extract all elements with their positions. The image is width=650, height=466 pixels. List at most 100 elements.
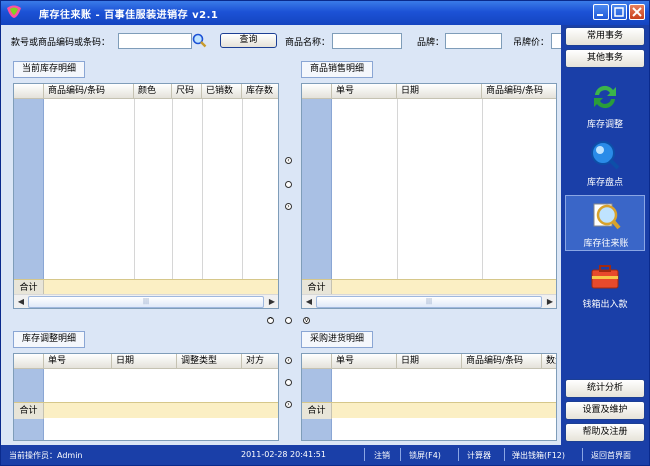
brand-input[interactable] <box>445 33 502 49</box>
name-label: 商品名称： <box>285 38 331 48</box>
settings-button[interactable]: 设置及维护 <box>565 401 645 420</box>
col-counterparty[interactable]: 对方 <box>242 354 278 369</box>
scroll-left-icon[interactable]: ◀ <box>15 296 27 308</box>
status-bar: 当前操作员：Admin 2011-02-28 20:41:51 注销 锁屏(F4… <box>1 445 649 465</box>
cash-box-icon <box>591 265 619 289</box>
search-icon[interactable] <box>192 33 207 48</box>
separator <box>400 448 401 461</box>
magnifier-globe-icon <box>591 141 620 170</box>
grid-line <box>242 99 243 279</box>
col-sold[interactable]: 已销数 <box>202 84 242 99</box>
separator <box>364 448 365 461</box>
sales-grid-header: 单号 日期 商品编码/条码 <box>302 84 556 99</box>
tool-label: 库存盘点 <box>586 178 623 188</box>
col-date[interactable]: 日期 <box>112 354 177 369</box>
scroll-thumb[interactable]: ||| <box>316 296 542 308</box>
adjust-grid-header: 单号 日期 调整类型 对方 <box>14 354 278 369</box>
collapse-right-icon[interactable]: › <box>285 203 292 210</box>
purchase-sum-row: 合计 <box>302 402 556 419</box>
sum-label: 合计 <box>302 403 332 419</box>
col-adjust-type[interactable]: 调整类型 <box>177 354 242 369</box>
splitter-dot-icon[interactable] <box>285 181 292 188</box>
col-size[interactable]: 尺码 <box>172 84 202 99</box>
stock-count-tool[interactable]: 库存盘点 <box>565 135 645 191</box>
adjust-sum-row: 合计 <box>14 402 278 419</box>
tool-label: 库存往来账 <box>583 239 629 249</box>
stock-grid-header: 商品编码/条码 颜色 尺码 已销数 库存数 <box>14 84 278 99</box>
col-code[interactable]: 商品编码/条码 <box>482 84 556 99</box>
col-order-no[interactable]: 单号 <box>44 354 112 369</box>
adjust-panel-title: 库存调整明细 <box>13 331 86 348</box>
code-label: 款号或商品编码或条码： <box>11 38 111 48</box>
refresh-arrows-icon <box>594 85 616 109</box>
sales-h-scrollbar[interactable]: ◀ ||| ▶ <box>302 294 556 308</box>
col-code[interactable]: 商品编码/条码 <box>462 354 542 369</box>
corner-cell <box>302 84 332 99</box>
other-tasks-button[interactable]: 其他事务 <box>565 49 645 68</box>
collapse-down-icon[interactable]: v <box>303 317 310 324</box>
tool-label: 库存调整 <box>586 120 623 130</box>
close-button[interactable] <box>629 4 645 20</box>
scroll-thumb[interactable]: ||| <box>28 296 264 308</box>
col-color[interactable]: 颜色 <box>134 84 172 99</box>
grid-line <box>172 99 173 279</box>
stock-grid: 商品编码/条码 颜色 尺码 已销数 库存数 合计 ◀ ||| ▶ <box>13 83 279 309</box>
grid-line <box>482 99 483 279</box>
minimize-button[interactable] <box>593 4 609 20</box>
grid-line <box>397 99 398 279</box>
purchase-panel-title: 采购进货明细 <box>301 331 374 348</box>
col-date[interactable]: 日期 <box>397 84 482 99</box>
cash-box-tool[interactable]: 钱箱出入款 <box>565 257 645 313</box>
collapse-left-icon[interactable]: ‹ <box>285 157 292 164</box>
home-link[interactable]: 返回首界面 <box>591 450 631 461</box>
separator <box>504 448 505 461</box>
operator-text: 当前操作员：Admin <box>9 451 83 460</box>
help-button[interactable]: 帮助及注册 <box>565 423 645 442</box>
sales-sum-row: 合计 <box>302 279 556 296</box>
logout-link[interactable]: 注销 <box>374 450 390 461</box>
col-code[interactable]: 商品编码/条码 <box>44 84 134 99</box>
magnifier-ledger-icon <box>593 203 621 230</box>
grid-line <box>134 99 135 279</box>
separator <box>582 448 583 461</box>
tool-label: 钱箱出入款 <box>582 300 628 310</box>
stock-adjust-tool[interactable]: 库存调整 <box>565 77 645 133</box>
scroll-right-icon[interactable]: ▶ <box>544 296 556 308</box>
maximize-button[interactable] <box>611 4 627 20</box>
stock-ledger-tool[interactable]: 库存往来账 <box>565 195 645 251</box>
calculator-link[interactable]: 计算器 <box>467 450 491 461</box>
common-tasks-button[interactable]: 常用事务 <box>565 27 645 46</box>
stock-sum-row: 合计 <box>14 279 278 296</box>
col-order-no[interactable]: 单号 <box>332 354 397 369</box>
grid-line <box>202 99 203 279</box>
main-window: 库存往来账 - 百事佳服装进销存 v2.1 款号或商品编码或条码： 查询 商品名… <box>0 0 650 466</box>
maximize-icon <box>614 7 624 17</box>
separator <box>458 448 459 461</box>
code-input[interactable] <box>118 33 192 49</box>
close-icon <box>632 7 642 17</box>
sales-grid: 单号 日期 商品编码/条码 合计 ◀ ||| ▶ <box>301 83 557 309</box>
app-logo-icon <box>7 5 21 18</box>
sum-label: 合计 <box>14 403 44 419</box>
query-button[interactable]: 查询 <box>220 33 277 48</box>
collapse-right-icon[interactable]: › <box>285 401 292 408</box>
lock-link[interactable]: 锁屏(F4) <box>409 450 441 461</box>
corner-cell <box>14 354 44 369</box>
col-qty[interactable]: 数量 <box>542 354 556 369</box>
col-stock[interactable]: 库存数 <box>242 84 278 99</box>
scroll-left-icon[interactable]: ◀ <box>303 296 315 308</box>
product-name-input[interactable] <box>332 33 402 49</box>
splitter-dot-icon[interactable] <box>285 379 292 386</box>
stock-h-scrollbar[interactable]: ◀ ||| ▶ <box>14 294 278 308</box>
statistics-button[interactable]: 统计分析 <box>565 379 645 398</box>
collapse-left-icon[interactable]: ‹ <box>285 357 292 364</box>
cashbox-link[interactable]: 弹出钱箱(F12) <box>512 450 565 461</box>
splitter-dot-icon[interactable] <box>285 317 292 324</box>
content-area: 款号或商品编码或条码： 查询 商品名称： 品牌： 吊牌价： 当前库存明细 商品编… <box>1 25 563 445</box>
collapse-up-icon[interactable]: ^ <box>267 317 274 324</box>
brand-label: 品牌： <box>417 38 445 48</box>
scroll-right-icon[interactable]: ▶ <box>266 296 278 308</box>
col-date[interactable]: 日期 <box>397 354 462 369</box>
col-order-no[interactable]: 单号 <box>332 84 397 99</box>
corner-cell <box>14 84 44 99</box>
